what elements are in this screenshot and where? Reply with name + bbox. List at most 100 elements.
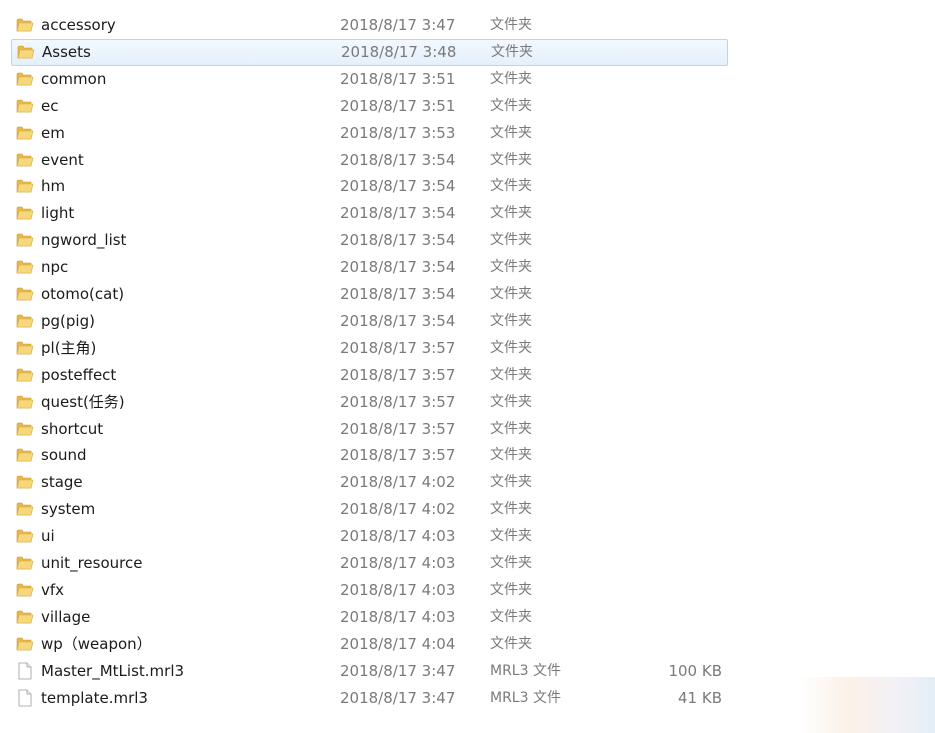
file-row[interactable]: unit_resource 2018/8/17 4:03 文件夹 (0, 550, 935, 577)
file-name: pl(主角) (41, 339, 97, 357)
file-row[interactable]: ngword_list 2018/8/17 3:54 文件夹 (0, 227, 935, 254)
file-row[interactable]: common 2018/8/17 3:51 文件夹 (0, 66, 935, 93)
file-name: system (41, 500, 96, 518)
file-name: ec (41, 97, 59, 115)
folder-icon (16, 313, 34, 329)
modified-date: 2018/8/17 3:54 (340, 285, 456, 303)
file-name: light (41, 204, 75, 222)
modified-date: 2018/8/17 4:04 (340, 635, 456, 653)
modified-date: 2018/8/17 4:02 (340, 500, 456, 518)
file-type: MRL3 文件 (490, 690, 561, 706)
file-type: 文件夹 (490, 582, 532, 598)
modified-date: 2018/8/17 4:02 (340, 473, 456, 491)
modified-date: 2018/8/17 3:47 (340, 16, 456, 34)
file-row[interactable]: village 2018/8/17 4:03 文件夹 (0, 604, 935, 631)
folder-icon (16, 447, 34, 463)
file-row[interactable]: pg(pig) 2018/8/17 3:54 文件夹 (0, 308, 935, 335)
file-type: 文件夹 (490, 367, 532, 383)
folder-icon (16, 17, 34, 33)
file-type: 文件夹 (490, 636, 532, 652)
file-list: accessory 2018/8/17 3:47 文件夹 Assets 2018/8/1… (0, 12, 935, 712)
file-type: 文件夹 (490, 501, 532, 517)
modified-date: 2018/8/17 3:54 (340, 231, 456, 249)
file-name: npc (41, 258, 69, 276)
file-type: 文件夹 (490, 340, 532, 356)
file-row[interactable]: shortcut 2018/8/17 3:57 文件夹 (0, 416, 935, 443)
file-row[interactable]: light 2018/8/17 3:54 文件夹 (0, 200, 935, 227)
file-row[interactable]: quest(任务) 2018/8/17 3:57 文件夹 (0, 389, 935, 416)
file-name: Assets (42, 43, 91, 61)
folder-icon (16, 555, 34, 571)
file-row[interactable]: ec 2018/8/17 3:51 文件夹 (0, 93, 935, 120)
file-type: 文件夹 (490, 125, 532, 141)
modified-date: 2018/8/17 3:57 (340, 366, 456, 384)
modified-date: 2018/8/17 3:57 (340, 393, 456, 411)
file-type: 文件夹 (490, 313, 532, 329)
folder-icon (16, 609, 34, 625)
file-row[interactable]: sound 2018/8/17 3:57 文件夹 (0, 442, 935, 469)
modified-date: 2018/8/17 4:03 (340, 581, 456, 599)
modified-date: 2018/8/17 3:57 (340, 339, 456, 357)
corner-artifact (800, 677, 935, 733)
folder-icon (17, 44, 35, 60)
folder-icon (16, 474, 34, 490)
modified-date: 2018/8/17 4:03 (340, 608, 456, 626)
file-row[interactable]: posteffect 2018/8/17 3:57 文件夹 (0, 362, 935, 389)
file-row[interactable]: system 2018/8/17 4:02 文件夹 (0, 496, 935, 523)
modified-date: 2018/8/17 3:54 (340, 151, 456, 169)
folder-icon (16, 98, 34, 114)
file-type: 文件夹 (490, 421, 532, 437)
folder-icon (16, 340, 34, 356)
file-name: village (41, 608, 91, 626)
file-row[interactable]: template.mrl3 2018/8/17 3:47 MRL3 文件 41 KB (0, 685, 935, 712)
file-row[interactable]: Assets 2018/8/17 3:48 文件夹 (11, 39, 728, 66)
file-name: Master_MtList.mrl3 (41, 662, 185, 680)
file-size: 41 KB (678, 689, 722, 707)
folder-icon (16, 178, 34, 194)
file-name: shortcut (41, 420, 104, 438)
modified-date: 2018/8/17 3:51 (340, 97, 456, 115)
file-row[interactable]: accessory 2018/8/17 3:47 文件夹 (0, 12, 935, 39)
file-type: 文件夹 (490, 259, 532, 275)
file-row[interactable]: hm 2018/8/17 3:54 文件夹 (0, 173, 935, 200)
folder-icon (16, 367, 34, 383)
folder-icon (16, 205, 34, 221)
modified-date: 2018/8/17 3:53 (340, 124, 456, 142)
file-row[interactable]: event 2018/8/17 3:54 文件夹 (0, 147, 935, 174)
file-name: common (41, 70, 107, 88)
file-name: em (41, 124, 65, 142)
file-name: accessory (41, 16, 116, 34)
file-row[interactable]: em 2018/8/17 3:53 文件夹 (0, 120, 935, 147)
file-name: pg(pig) (41, 312, 95, 330)
file-name: event (41, 151, 84, 169)
file-row[interactable]: otomo(cat) 2018/8/17 3:54 文件夹 (0, 281, 935, 308)
file-name: ngword_list (41, 231, 127, 249)
file-type: 文件夹 (490, 528, 532, 544)
folder-icon (16, 286, 34, 302)
folder-icon (16, 582, 34, 598)
file-type: 文件夹 (490, 286, 532, 302)
file-row[interactable]: ui 2018/8/17 4:03 文件夹 (0, 523, 935, 550)
folder-icon (16, 259, 34, 275)
file-type: 文件夹 (490, 205, 532, 221)
file-name: wp（weapon） (41, 635, 152, 653)
file-name: ui (41, 527, 55, 545)
modified-date: 2018/8/17 3:48 (341, 43, 457, 61)
file-type: 文件夹 (490, 17, 532, 33)
file-row[interactable]: pl(主角) 2018/8/17 3:57 文件夹 (0, 335, 935, 362)
file-row[interactable]: Master_MtList.mrl3 2018/8/17 3:47 MRL3 文件 1… (0, 658, 935, 685)
folder-icon (16, 421, 34, 437)
modified-date: 2018/8/17 3:54 (340, 312, 456, 330)
modified-date: 2018/8/17 3:47 (340, 662, 456, 680)
file-type: 文件夹 (490, 178, 532, 194)
file-row[interactable]: stage 2018/8/17 4:02 文件夹 (0, 469, 935, 496)
modified-date: 2018/8/17 4:03 (340, 527, 456, 545)
file-row[interactable]: npc 2018/8/17 3:54 文件夹 (0, 254, 935, 281)
modified-date: 2018/8/17 3:47 (340, 689, 456, 707)
file-icon (16, 662, 34, 680)
file-row[interactable]: vfx 2018/8/17 4:03 文件夹 (0, 577, 935, 604)
file-row[interactable]: wp（weapon） 2018/8/17 4:04 文件夹 (0, 631, 935, 658)
modified-date: 2018/8/17 3:54 (340, 258, 456, 276)
file-type: MRL3 文件 (490, 663, 561, 679)
file-type: 文件夹 (490, 394, 532, 410)
